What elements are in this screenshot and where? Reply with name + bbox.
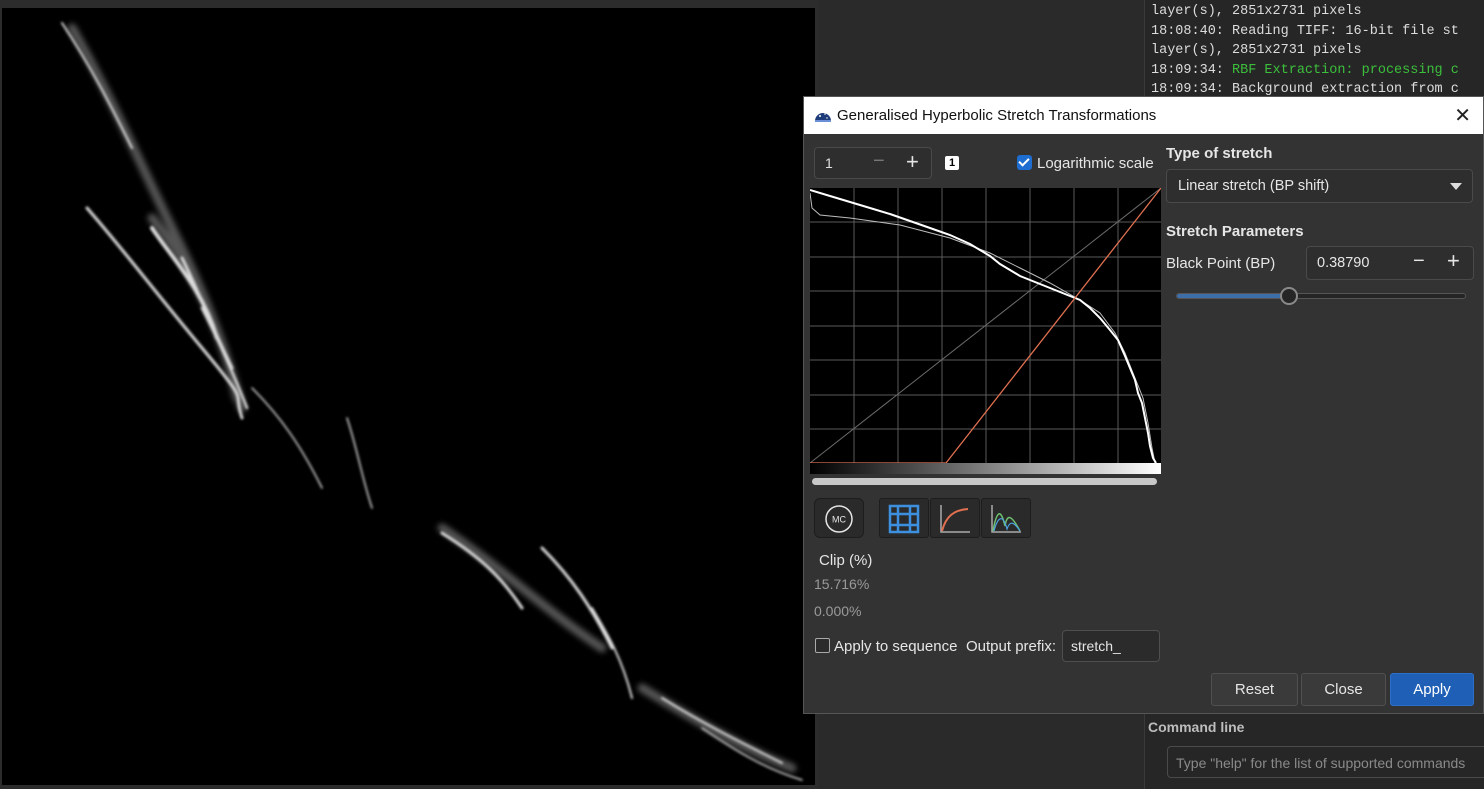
black-point-label: Black Point (BP) xyxy=(1166,255,1276,272)
output-prefix-label: Output prefix: xyxy=(966,638,1057,655)
dropdown-arrow-icon xyxy=(1450,183,1462,190)
stretch-type-select[interactable]: Linear stretch (BP shift) xyxy=(1166,169,1473,203)
histogram-view[interactable] xyxy=(810,188,1161,488)
gradient-bar xyxy=(810,463,1161,474)
type-of-stretch-heading: Type of stretch xyxy=(1166,145,1273,162)
mc-button[interactable]: MC xyxy=(814,498,864,538)
minus-icon[interactable]: − xyxy=(1413,250,1425,273)
close-button[interactable]: Close xyxy=(1301,673,1386,706)
clip-high-value: 0.000% xyxy=(814,603,862,619)
image-viewer[interactable] xyxy=(0,0,818,789)
apply-button[interactable]: Apply xyxy=(1390,673,1474,706)
ghs-dialog: Generalised Hyperbolic Stretch Transform… xyxy=(803,96,1484,714)
apply-to-sequence-checkbox[interactable] xyxy=(815,638,830,653)
plus-icon[interactable]: + xyxy=(906,149,919,175)
toggle-curve-button[interactable] xyxy=(930,498,980,538)
slider-handle[interactable] xyxy=(1279,287,1298,305)
black-point-stepper[interactable]: 0.38790 − + xyxy=(1306,246,1474,280)
histogram-icon xyxy=(991,505,1021,533)
output-prefix-input[interactable]: stretch_ xyxy=(1062,630,1160,662)
channel-badge[interactable]: 1 xyxy=(945,156,959,170)
dialog-title: Generalised Hyperbolic Stretch Transform… xyxy=(837,107,1157,124)
dialog-titlebar[interactable]: Generalised Hyperbolic Stretch Transform… xyxy=(804,97,1483,134)
reset-button[interactable]: Reset xyxy=(1211,673,1298,706)
plus-icon[interactable]: + xyxy=(1447,248,1460,274)
toggle-histogram-button[interactable] xyxy=(981,498,1031,538)
log-line: 18:09:34: RBF Extraction: processing c xyxy=(1151,62,1459,78)
zoom-value: 1 xyxy=(825,155,833,171)
black-point-slider[interactable] xyxy=(1176,287,1466,305)
command-line-label: Command line xyxy=(1148,719,1245,735)
black-point-value[interactable]: 0.38790 xyxy=(1317,255,1369,271)
minus-icon[interactable]: − xyxy=(873,150,885,173)
log-line: layer(s), 2851x2731 pixels xyxy=(1151,43,1362,58)
slider-fill xyxy=(1177,294,1289,298)
logarithmic-scale-label: Logarithmic scale xyxy=(1037,155,1154,172)
histogram-scrollbar[interactable] xyxy=(812,478,1157,485)
mc-label: MC xyxy=(832,515,846,525)
log-output[interactable]: layer(s), 2851x2731 pixels 18:08:40: Read… xyxy=(1151,2,1484,100)
clip-low-value: 15.716% xyxy=(814,576,870,592)
command-input[interactable]: Type "help" for the list of supported co… xyxy=(1167,746,1484,778)
app-icon xyxy=(815,113,831,122)
toggle-grid-button[interactable] xyxy=(879,498,929,538)
grid-icon xyxy=(888,504,920,534)
curve-icon xyxy=(940,505,970,533)
image-canvas[interactable] xyxy=(2,8,815,785)
log-line: 18:08:40: Reading TIFF: 16-bit file st xyxy=(1151,23,1459,39)
apply-to-sequence-label: Apply to sequence xyxy=(834,638,958,655)
histogram-zoom-stepper[interactable]: 1 − + xyxy=(814,147,932,179)
mc-icon: MC xyxy=(825,505,853,533)
log-line: layer(s), 2851x2731 pixels xyxy=(1151,4,1362,19)
clip-label: Clip (%) xyxy=(819,552,873,569)
close-icon[interactable]: ✕ xyxy=(1454,103,1471,128)
nebula-image xyxy=(2,8,815,785)
stretch-type-value: Linear stretch (BP shift) xyxy=(1178,178,1330,194)
logarithmic-scale-checkbox[interactable] xyxy=(1017,155,1032,170)
stretch-parameters-heading: Stretch Parameters xyxy=(1166,223,1304,240)
